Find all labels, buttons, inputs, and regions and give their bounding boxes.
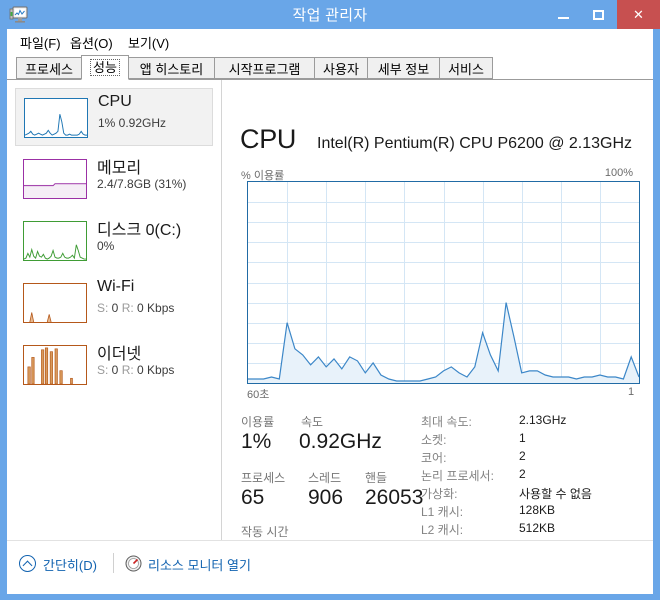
close-button[interactable]: ✕ (617, 0, 660, 29)
open-resource-monitor-link[interactable]: 리소스 모니터 열기 (148, 555, 251, 574)
spec-value-cores: 2 (519, 449, 526, 463)
memory-thumb-graph (23, 159, 87, 199)
stat-label-utilization: 이용률 (241, 415, 275, 429)
fewer-details-button[interactable]: 간단히(D) (43, 555, 97, 574)
stat-label-uptime: 작동 시간 (241, 525, 289, 539)
sidebar-item-memory-label: 메모리 (97, 160, 142, 177)
graph-x-axis-start: 60초 (247, 389, 270, 401)
menu-item-file[interactable]: 파일(F) (16, 32, 65, 53)
sidebar-item-disk-label: 디스크 0(C:) (97, 222, 182, 239)
sidebar-item-ethernet-label: 이더넷 (97, 346, 142, 363)
sidebar-item-ethernet[interactable]: 이더넷 S: 0 R: 0 Kbps (15, 336, 213, 394)
stat-label-handles: 핸들 (365, 471, 388, 485)
stat-value-speed: 0.92GHz (299, 430, 382, 453)
sidebar-item-wifi[interactable]: Wi-Fi S: 0 R: 0 Kbps (15, 274, 213, 332)
cpu-model-label: Intel(R) Pentium(R) CPU P6200 @ 2.13GHz (317, 135, 633, 152)
tab-strip: 프로세스 성능 앱 히스토리 시작프로그램 사용자 세부 정보 서비스 (7, 53, 653, 80)
status-bar: 간단히(D) 리소스 모니터 열기 (7, 540, 653, 594)
cpu-utilization-graph[interactable] (247, 181, 640, 384)
spec-value-sockets: 1 (519, 431, 526, 445)
minimize-icon (548, 0, 578, 29)
maximize-button[interactable] (583, 0, 613, 29)
sidebar-item-memory[interactable]: 메모리 2.4/7.8GB (31%) (15, 150, 213, 208)
spec-key-l1-cache: L1 캐시: (421, 505, 464, 519)
menu-item-view[interactable]: 보기(V) (124, 32, 173, 53)
tab-services[interactable]: 서비스 (439, 57, 493, 79)
sidebar-item-cpu-sub: 1% 0.92GHz (98, 116, 167, 130)
minimize-button[interactable] (548, 0, 578, 29)
maximize-icon (583, 0, 613, 29)
spec-value-max-speed: 2.13GHz (519, 413, 567, 427)
resource-sidebar: CPU 1% 0.92GHz 메모리 2.4/7.8GB (31%) 디스크 0… (7, 80, 222, 540)
client-area: 파일(F) 옵션(O) 보기(V) 프로세스 성능 앱 히스토리 시작프로그램 … (7, 29, 653, 594)
spec-row-cores: 코어: 2 (421, 449, 653, 466)
spec-row-max-speed: 최대 속도: 2.13GHz (421, 413, 653, 430)
spec-row-logical-processors: 논리 프로세서: 2 (421, 467, 653, 484)
resource-monitor-icon (125, 555, 142, 572)
spec-value-l1-cache: 128KB (519, 503, 556, 517)
sidebar-item-cpu-label: CPU (98, 93, 132, 110)
spec-row-virtualization: 가상화: 사용할 수 없음 (421, 485, 653, 502)
stat-value-threads: 906 (308, 486, 344, 509)
stat-value-utilization: 1% (241, 430, 272, 453)
sidebar-item-disk[interactable]: 디스크 0(C:) 0% (15, 212, 213, 270)
ethernet-thumb-graph (23, 345, 87, 385)
sidebar-item-cpu[interactable]: CPU 1% 0.92GHz (15, 88, 213, 146)
status-bar-divider (113, 553, 114, 573)
spec-row-l2-cache: L2 캐시: 512KB (421, 521, 653, 538)
stat-value-handles: 26053 (365, 486, 424, 509)
spec-key-virtualization: 가상화: (421, 487, 458, 501)
tab-users[interactable]: 사용자 (314, 57, 368, 79)
sidebar-item-memory-sub: 2.4/7.8GB (31%) (97, 177, 187, 191)
sidebar-item-wifi-sub: S: 0 R: 0 Kbps (97, 301, 175, 315)
cpu-detail-panel: CPU Intel(R) Pentium(R) CPU P6200 @ 2.13… (223, 80, 653, 563)
sidebar-item-ethernet-sub: S: 0 R: 0 Kbps (97, 363, 175, 377)
wifi-thumb-graph (23, 283, 87, 323)
page-title: CPU (240, 124, 297, 154)
stat-value-processes: 65 (241, 486, 265, 509)
menu-item-options[interactable]: 옵션(O) (66, 32, 117, 53)
spec-value-logical-processors: 2 (519, 467, 526, 481)
spec-row-sockets: 소켓: 1 (421, 431, 653, 448)
tab-startup[interactable]: 시작프로그램 (214, 57, 315, 79)
chevron-up-icon[interactable] (19, 555, 36, 572)
tab-processes[interactable]: 프로세스 (16, 57, 82, 79)
tab-performance[interactable]: 성능 (81, 55, 129, 80)
spec-value-virtualization: 사용할 수 없음 (519, 487, 592, 501)
tab-app-history[interactable]: 앱 히스토리 (128, 57, 215, 79)
menu-bar: 파일(F) 옵션(O) 보기(V) (7, 29, 653, 53)
graph-x-axis-end: 1 (628, 386, 635, 398)
spec-key-logical-processors: 논리 프로세서: (421, 469, 494, 483)
graph-y-axis-max: 100% (604, 167, 633, 179)
cpu-thumb-graph (24, 98, 88, 138)
spec-key-max-speed: 최대 속도: (421, 415, 472, 429)
disk-thumb-graph (23, 221, 87, 261)
spec-key-sockets: 소켓: (421, 433, 447, 447)
sidebar-item-wifi-label: Wi-Fi (97, 278, 135, 295)
spec-key-l2-cache: L2 캐시: (421, 523, 464, 537)
task-manager-window: 작업 관리자 ✕ 파일(F) 옵션(O) 보기(V) 프로세스 성능 앱 히스토… (0, 0, 660, 600)
spec-key-cores: 코어: (421, 451, 447, 465)
sidebar-item-disk-sub: 0% (97, 239, 115, 253)
stat-label-threads: 스레드 (308, 471, 342, 485)
stat-label-processes: 프로세스 (241, 471, 286, 485)
close-icon: ✕ (633, 7, 644, 22)
spec-value-l2-cache: 512KB (519, 521, 556, 535)
tab-details[interactable]: 세부 정보 (367, 57, 440, 79)
stat-label-speed: 속도 (301, 415, 324, 429)
title-bar: 작업 관리자 ✕ (0, 0, 660, 29)
spec-row-l1-cache: L1 캐시: 128KB (421, 503, 653, 520)
